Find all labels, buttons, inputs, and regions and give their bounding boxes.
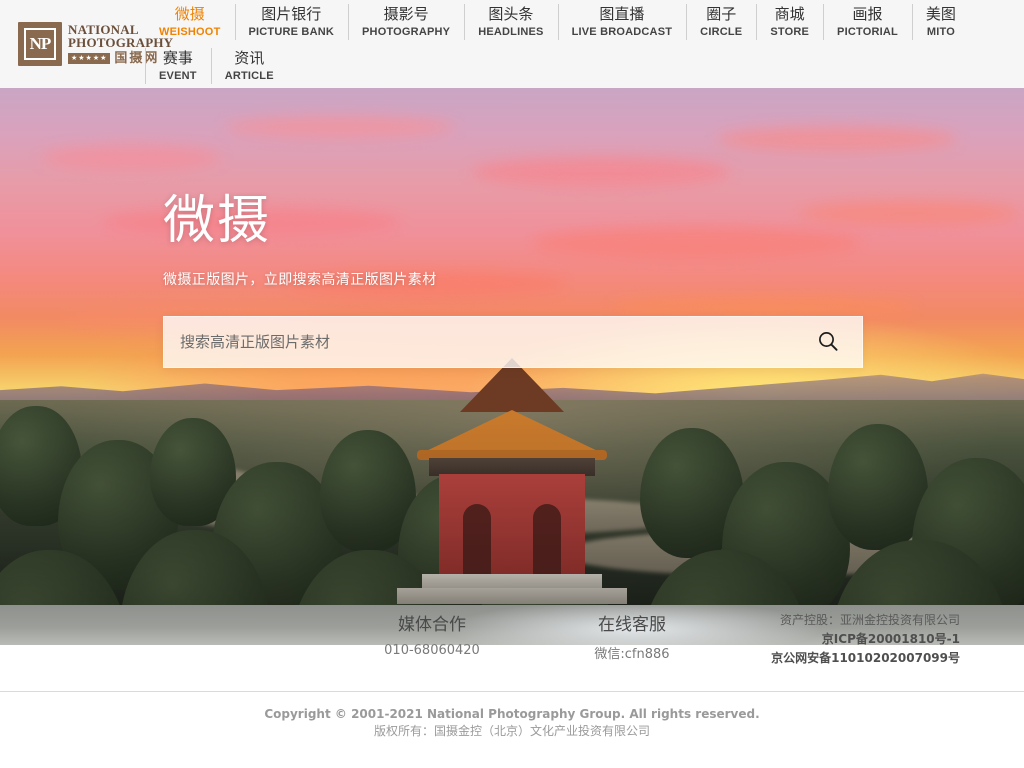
footer-public-security-license[interactable]: 京公网安备11010202007099号	[771, 649, 960, 668]
nav-item-label-cn: 美图	[925, 4, 956, 23]
hero-title: 微摄	[163, 191, 272, 251]
nav-item-picture-bank[interactable]: 图片银行 PICTURE BANK	[234, 0, 349, 44]
pavilion-roof	[420, 410, 604, 454]
footer-col-media: 媒体合作 010-68060420	[347, 613, 517, 658]
nav-item-event[interactable]: 赛事 EVENT	[145, 44, 211, 88]
nav-item-photography[interactable]: 摄影号 PHOTOGRAPHY	[348, 0, 464, 44]
nav-item-live-broadcast[interactable]: 图直播 LIVE BROADCAST	[557, 0, 687, 44]
nav-item-label-cn: 微摄	[174, 4, 205, 23]
nav-item-label-en: STORE	[770, 25, 810, 38]
nav-item-label-cn: 图直播	[599, 4, 645, 23]
hero-content: 微摄 微摄正版图片，立即搜索高清正版图片素材	[163, 88, 863, 368]
footer-legal-info: 资产控股：亚洲金控投资有限公司 京ICP备20001810号-1 京公网安备11…	[771, 611, 960, 668]
copyright-en: Copyright © 2001-2021 National Photograp…	[264, 707, 760, 721]
nav-item-weishoot[interactable]: 微摄 WEISHOOT	[145, 0, 235, 44]
nav-item-label-cn: 商城	[774, 4, 805, 23]
nav-item-label-cn: 赛事	[162, 48, 193, 67]
hero-carousel: 微摄 微摄正版图片，立即搜索高清正版图片素材	[0, 88, 1024, 605]
footer-content: 媒体合作 010-68060420 在线客服 微信:cfn886 资产控股：亚洲…	[0, 605, 1024, 691]
hero-subtitle: 微摄正版图片，立即搜索高清正版图片素材	[163, 272, 437, 288]
pavilion-arch-left	[463, 504, 491, 574]
nav-item-label-en: PICTURE BANK	[248, 25, 335, 38]
nav-item-label-cn: 图头条	[488, 4, 534, 23]
copyright-bar: Copyright © 2001-2021 National Photograp…	[0, 692, 1024, 740]
search-icon	[817, 330, 839, 355]
pavilion-body	[439, 474, 585, 580]
footer-holding-company: 资产控股：亚洲金控投资有限公司	[779, 613, 960, 627]
nav-item-label-cn: 资讯	[234, 48, 265, 67]
nav-item-label-cn: 摄影号	[383, 4, 429, 23]
nav-item-label-en: LIVE BROADCAST	[571, 25, 673, 38]
footer-service-value[interactable]: 微信:cfn886	[547, 643, 717, 662]
nav-item-label-en: EVENT	[159, 69, 197, 82]
nav-item-label-en: MITO	[926, 25, 955, 38]
footer-icp-license[interactable]: 京ICP备20001810号-1	[771, 630, 960, 649]
nav-item-store[interactable]: 商城 STORE	[756, 0, 823, 44]
nav-item-label-cn: 画报	[852, 4, 883, 23]
nav-item-headlines[interactable]: 图头条 HEADLINES	[464, 0, 557, 44]
footer-col-service: 在线客服 微信:cfn886	[547, 613, 717, 662]
nav-item-circle[interactable]: 圈子 CIRCLE	[686, 0, 756, 44]
nav-item-mito[interactable]: 美图 MITO	[911, 0, 970, 44]
nav-item-label-en: PHOTOGRAPHY	[362, 25, 451, 38]
search-button[interactable]	[812, 326, 844, 358]
nav-item-label-en: PICTORIAL	[837, 25, 898, 38]
footer-service-title: 在线客服	[598, 615, 666, 635]
nav-item-label-en: ARTICLE	[224, 69, 274, 82]
footer-media-value[interactable]: 010-68060420	[347, 643, 517, 658]
nav-item-label-cn: 圈子	[706, 4, 737, 23]
nav-item-label-en: HEADLINES	[478, 25, 544, 38]
nav-item-label-cn: 图片银行	[261, 4, 322, 23]
nav-item-label-en: CIRCLE	[700, 25, 743, 38]
nav-item-article[interactable]: 资讯 ARTICLE	[210, 44, 288, 88]
stars-icon: ★★★★★	[68, 53, 111, 64]
nav-item-label-en: WEISHOOT	[159, 25, 221, 38]
footer-media-title: 媒体合作	[398, 615, 466, 635]
hero-search-bar[interactable]	[163, 316, 863, 368]
copyright-cn: 版权所有：国摄金控（北京）文化产业投资有限公司	[373, 724, 650, 738]
nav-item-pictorial[interactable]: 画报 PICTORIAL	[823, 0, 912, 44]
logo-monogram: NP	[24, 28, 56, 60]
primary-nav: 微摄 WEISHOOT 图片银行 PICTURE BANK 摄影号 PHOTOGRAPHY…	[145, 0, 1024, 88]
pavilion-arch-right	[533, 504, 561, 574]
site-footer: 媒体合作 010-68060420 在线客服 微信:cfn886 资产控股：亚洲…	[0, 605, 1024, 691]
site-header: NP NATIONAL PHOTOGRAPHY ★★★★★ 国摄网 微摄 WEIS…	[0, 0, 1024, 88]
logo-mark-icon: NP	[18, 22, 62, 66]
pavilion-plinth	[397, 588, 627, 604]
logo-area[interactable]: NP NATIONAL PHOTOGRAPHY ★★★★★ 国摄网	[0, 0, 173, 88]
search-input[interactable]	[180, 333, 812, 351]
